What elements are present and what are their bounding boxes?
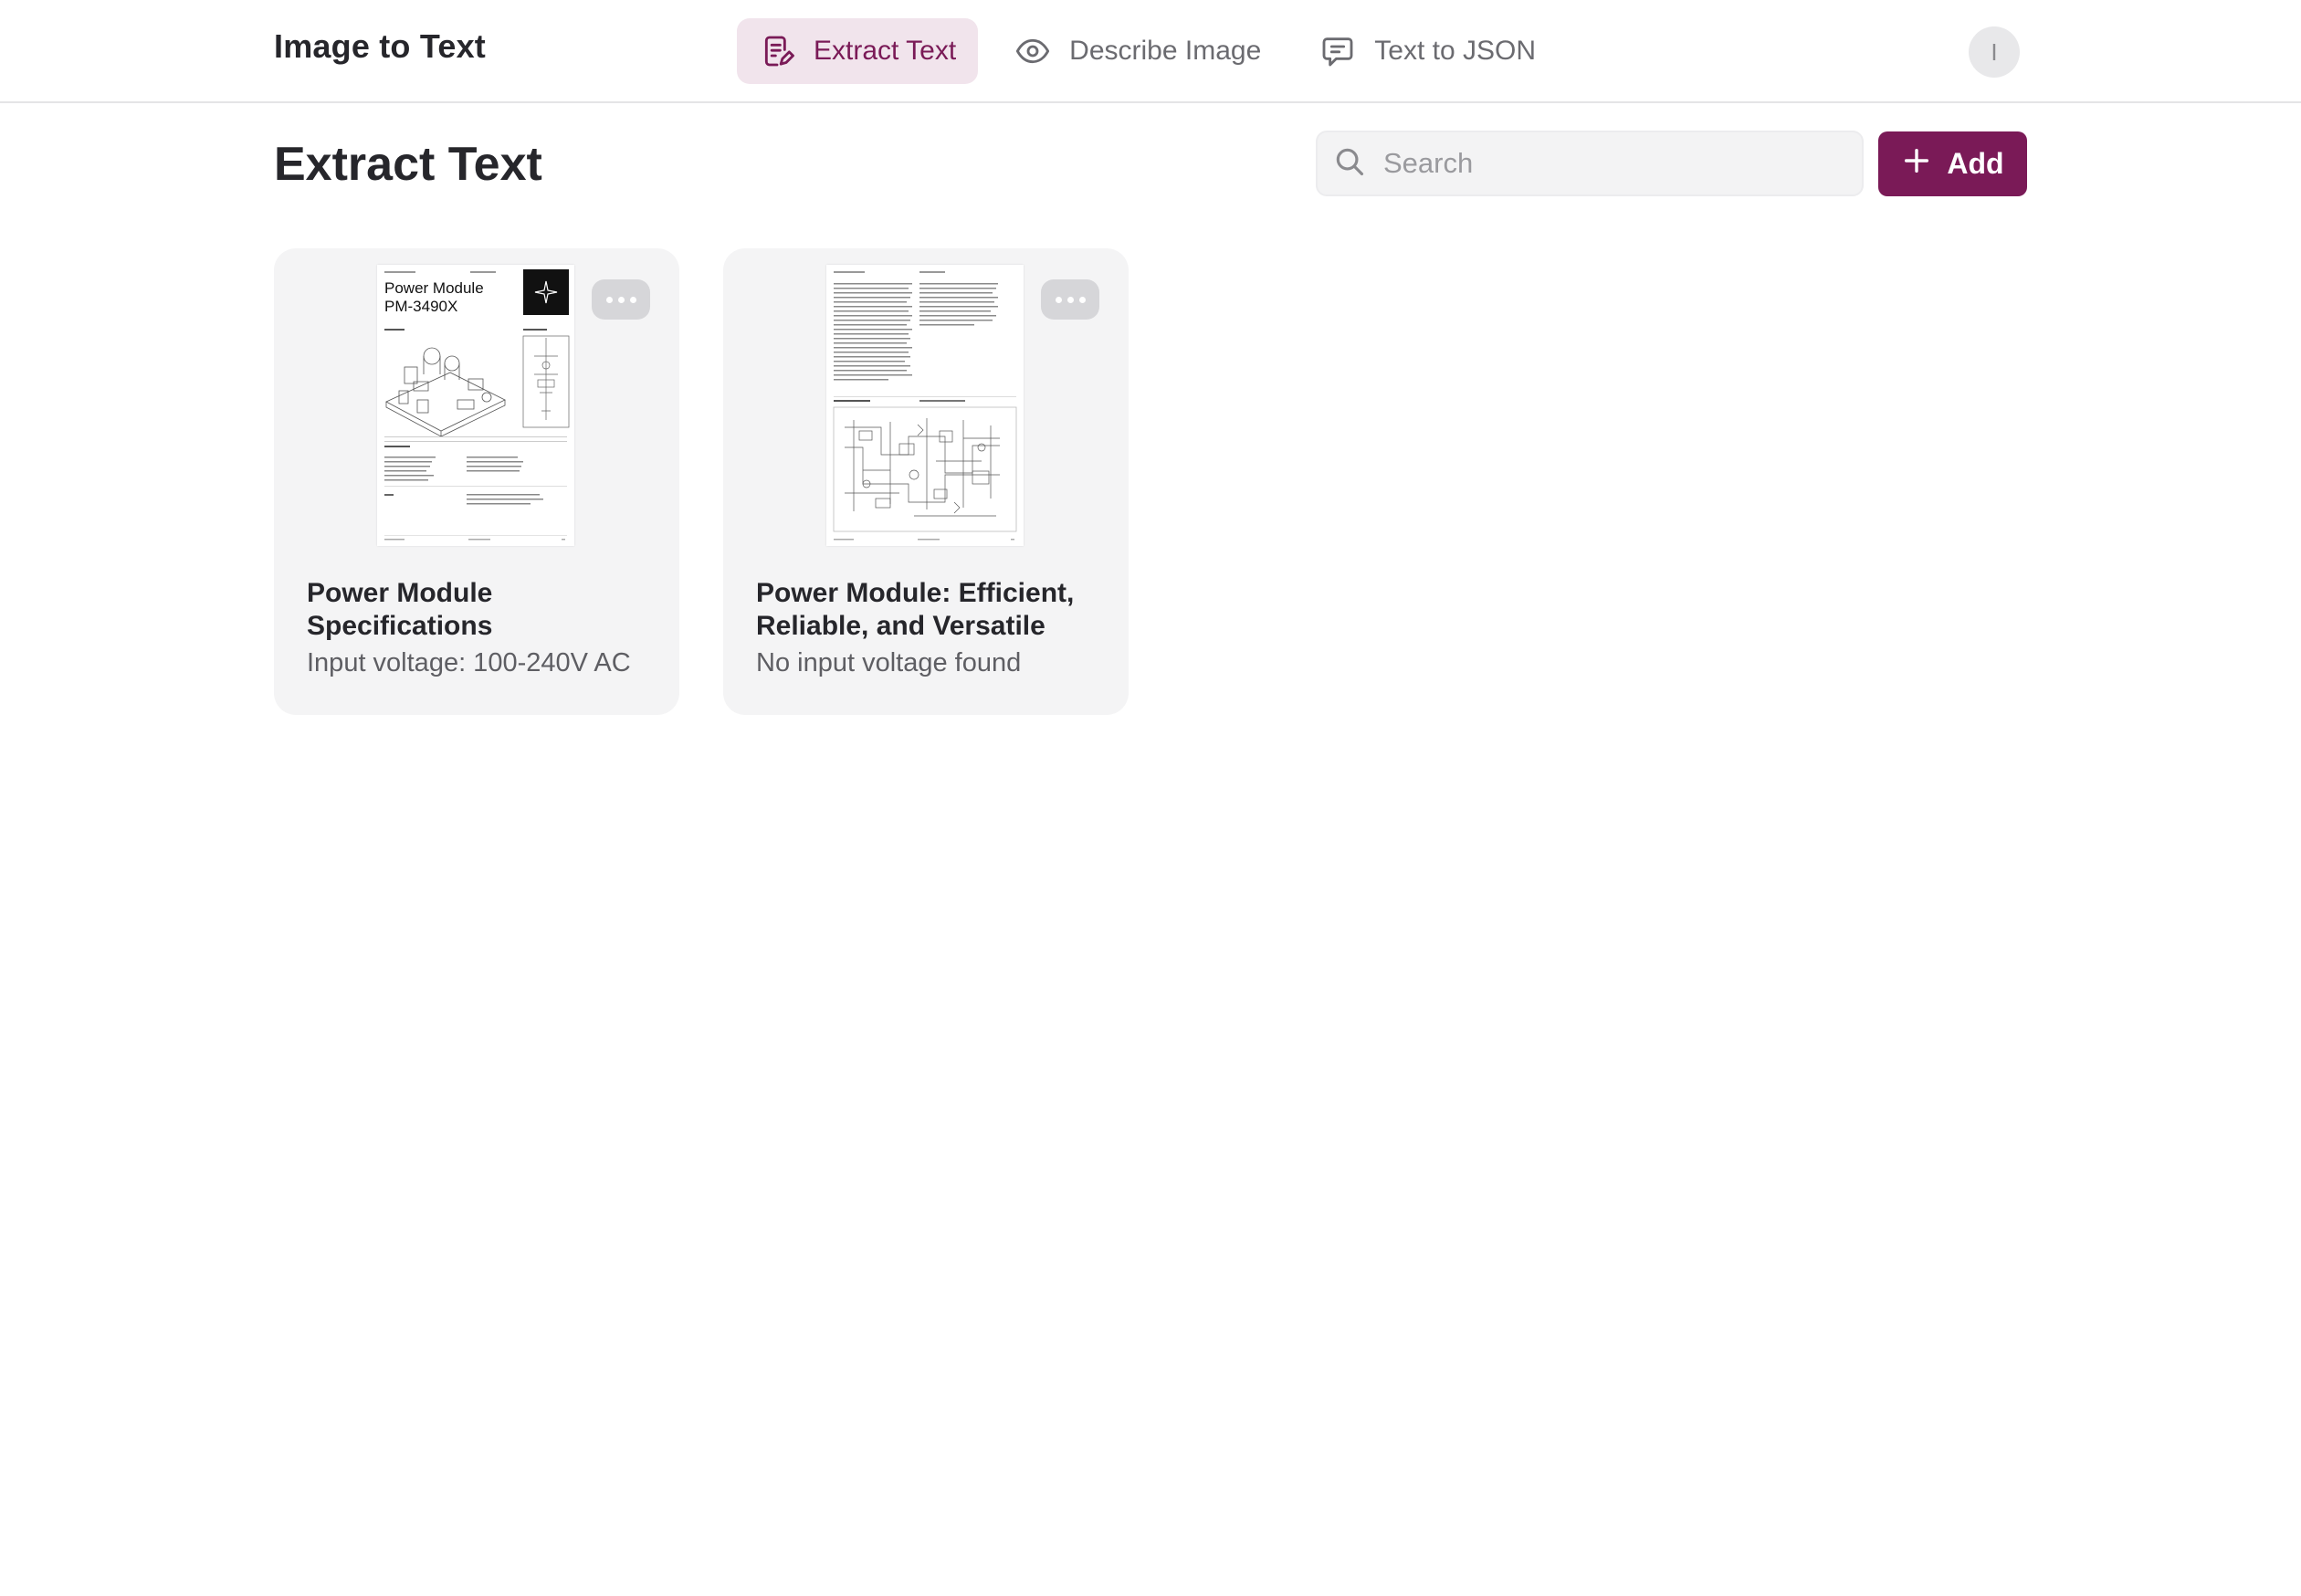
ellipsis-icon-dot xyxy=(1066,296,1074,303)
eye-icon xyxy=(1014,33,1051,69)
ellipsis-icon-dot xyxy=(629,296,636,303)
search-input[interactable] xyxy=(1383,147,1840,180)
tab-text-to-json[interactable]: Text to JSON xyxy=(1298,18,1558,84)
avatar[interactable]: I xyxy=(1969,26,2020,78)
card-subtitle: Input voltage: 100-240V AC xyxy=(307,648,631,677)
thumbnail-heading: Power Module xyxy=(384,279,484,297)
top-bar: Image to Text Extract Text Describe Imag… xyxy=(0,0,2301,103)
thumbnail-heading: PM-3490X xyxy=(384,298,457,315)
plus-icon xyxy=(1901,145,1932,184)
add-button-label: Add xyxy=(1947,147,2004,180)
search-box[interactable] xyxy=(1316,131,1864,196)
card-title: Power Module Specifications xyxy=(307,578,493,641)
chat-bubble-icon xyxy=(1319,33,1356,69)
ellipsis-icon-dot xyxy=(617,296,625,303)
card-subtitle: No input voltage found xyxy=(756,648,1022,677)
ellipsis-icon-dot xyxy=(605,296,613,303)
document-card[interactable]: Power Module PM-3490X Power Module Speci… xyxy=(274,248,679,715)
tab-label: Describe Image xyxy=(1069,36,1262,66)
document-card[interactable]: Power Module: Efficient, Reliable, and V… xyxy=(723,248,1129,715)
ellipsis-icon-dot xyxy=(1078,296,1086,303)
tab-label: Text to JSON xyxy=(1374,36,1536,66)
document-thumbnail xyxy=(826,265,1024,546)
main-nav: Extract Text Describe Image Text to JSON xyxy=(737,18,1558,84)
app-title: Image to Text xyxy=(274,27,486,65)
tab-describe-image[interactable]: Describe Image xyxy=(993,18,1283,84)
tab-extract-text[interactable]: Extract Text xyxy=(737,18,979,84)
page-title: Extract Text xyxy=(274,138,542,191)
document-text-icon xyxy=(759,33,795,69)
more-options-button[interactable] xyxy=(1041,279,1099,320)
search-icon xyxy=(1332,144,1367,184)
ellipsis-icon-dot xyxy=(1055,296,1062,303)
more-options-button[interactable] xyxy=(592,279,650,320)
document-thumbnail: Power Module PM-3490X xyxy=(377,265,574,546)
add-button[interactable]: Add xyxy=(1878,131,2027,196)
tab-label: Extract Text xyxy=(814,36,957,66)
card-title: Power Module: Efficient, Reliable, and V… xyxy=(756,578,1075,641)
